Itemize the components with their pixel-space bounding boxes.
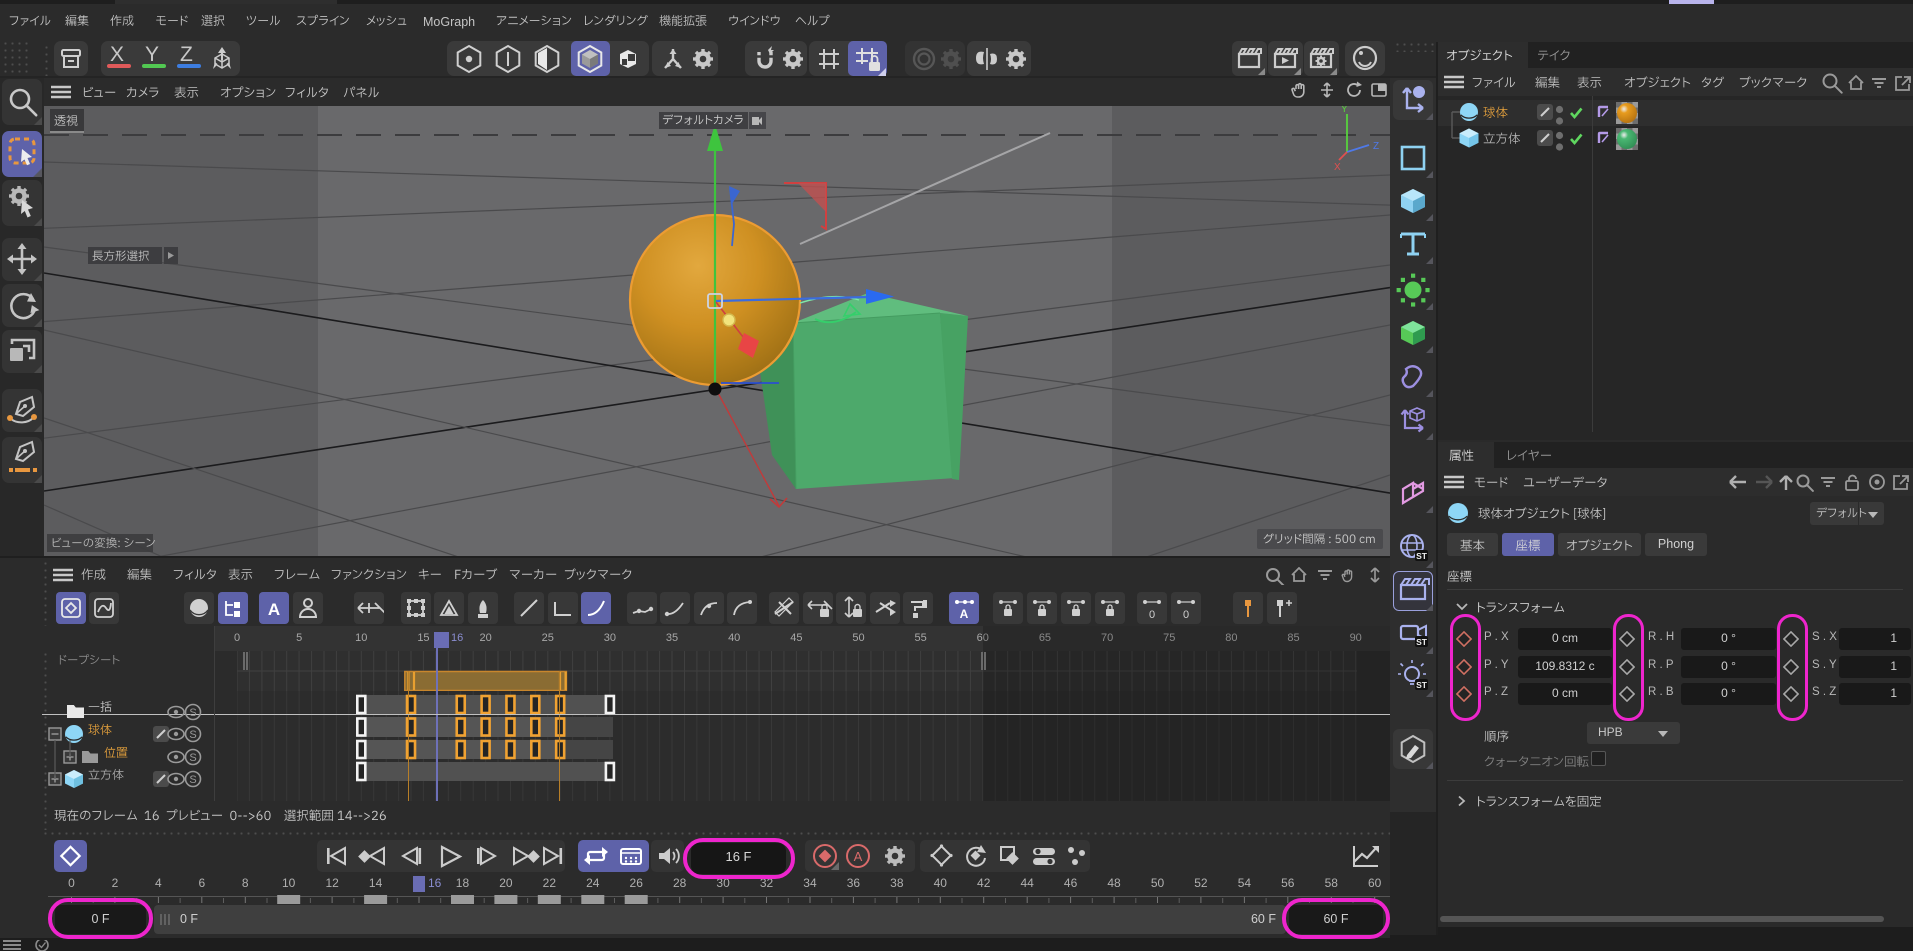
svg-text:ST: ST [1416, 551, 1428, 561]
svg-text:0: 0 [1183, 609, 1189, 621]
svg-text:A: A [854, 849, 863, 864]
svg-text:ST: ST [1416, 680, 1428, 690]
svg-text:Y: Y [1341, 106, 1348, 115]
svg-text:S: S [189, 707, 196, 719]
svg-text:X: X [1334, 162, 1341, 173]
svg-text:S: S [189, 774, 196, 786]
svg-text:A: A [268, 600, 280, 619]
svg-text:ST: ST [1416, 637, 1428, 647]
svg-text:A: A [960, 607, 969, 621]
svg-text:Z: Z [1373, 141, 1379, 152]
svg-text:S: S [189, 729, 196, 741]
svg-text:S: S [189, 752, 196, 764]
svg-text:0: 0 [1149, 609, 1155, 621]
